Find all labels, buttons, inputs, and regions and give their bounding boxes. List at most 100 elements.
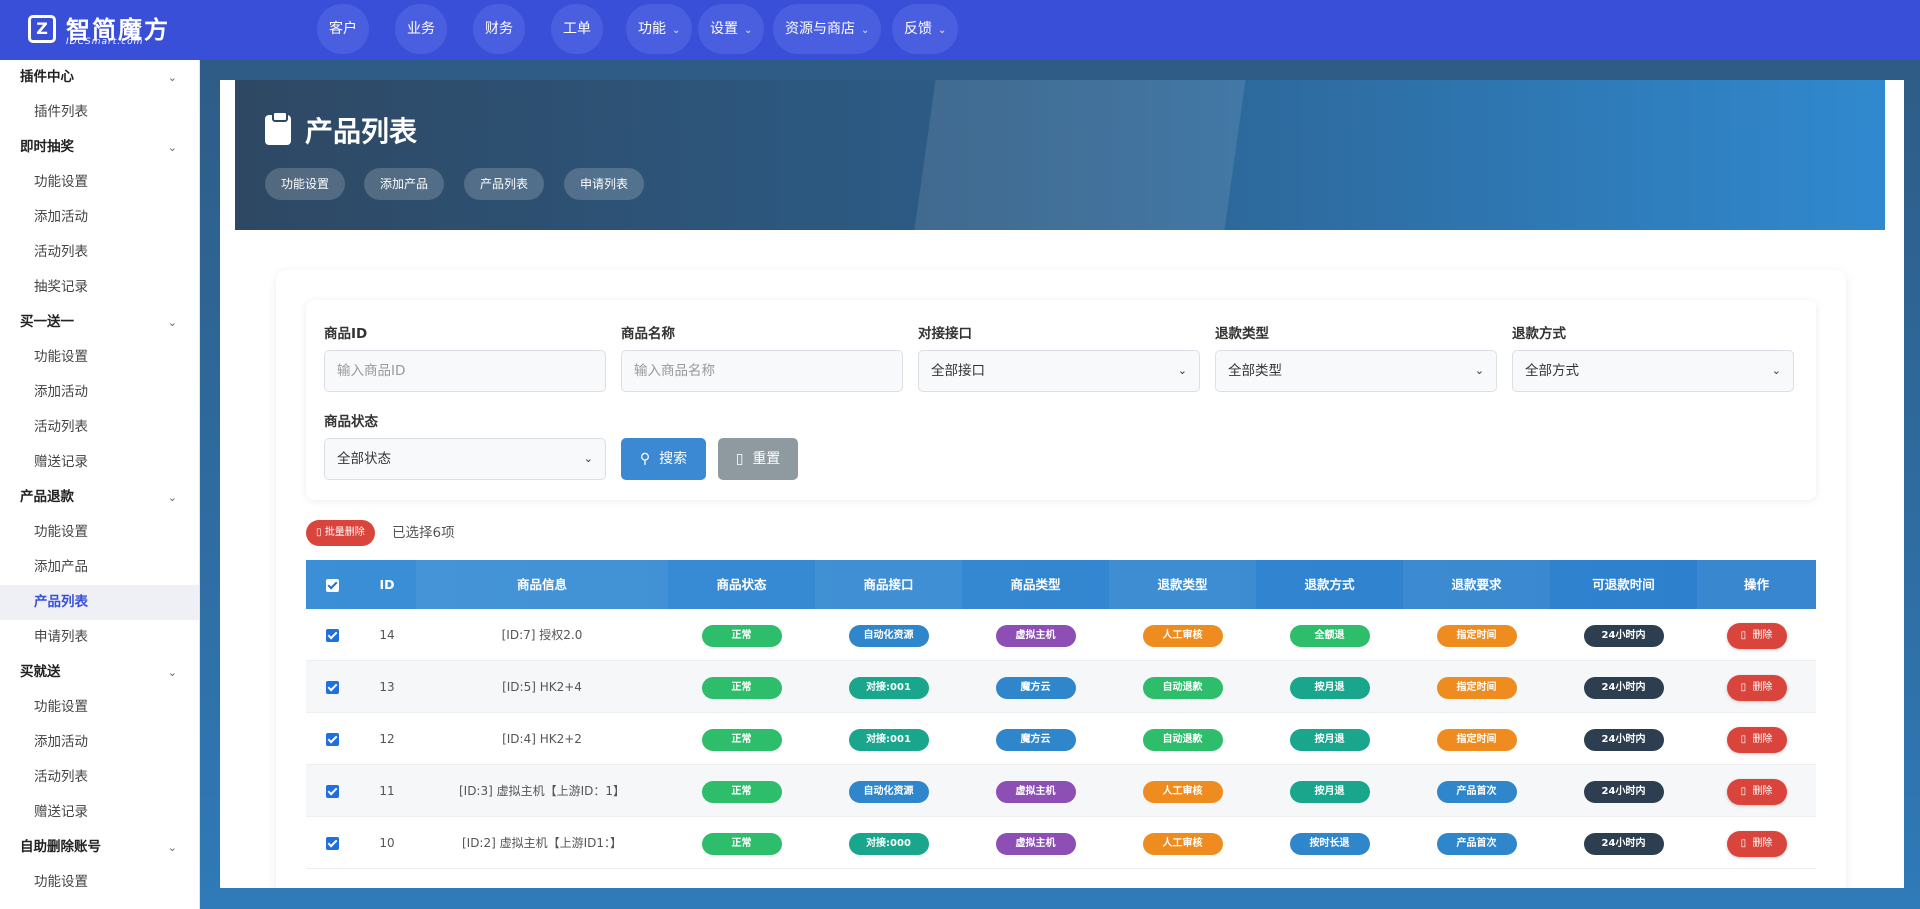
interface-select[interactable]: 全部接口 ⌄: [918, 350, 1200, 392]
trash-icon: ▯: [1740, 837, 1747, 849]
delete-button-label: 删除: [1752, 837, 1773, 849]
row-checkbox[interactable]: [306, 713, 358, 765]
refund-requirement-cell: 指定时间: [1403, 609, 1550, 661]
product-id-input[interactable]: 输入商品ID: [324, 350, 606, 392]
refund-type-badge: 人工审核: [1142, 832, 1223, 855]
nav-item[interactable]: 财务: [473, 4, 525, 54]
reset-button-label: 重置: [752, 451, 781, 467]
column-header: 商品信息: [416, 560, 668, 609]
cell-id: 12: [379, 732, 395, 746]
tab-product-list[interactable]: 产品列表: [464, 168, 545, 200]
chevron-down-icon: ⌄: [1177, 364, 1187, 377]
interface-badge: 自动化资源: [848, 780, 929, 803]
trash-icon: ▯: [1740, 629, 1747, 641]
select-all-checkbox[interactable]: [306, 560, 358, 609]
product-type-badge: 虚拟主机: [995, 832, 1076, 855]
tab-settings[interactable]: 功能设置: [265, 168, 346, 200]
batch-delete-button[interactable]: ▯ 批量删除: [306, 520, 375, 546]
delete-button[interactable]: ▯ 删除: [1726, 726, 1787, 753]
refund-method-select[interactable]: 全部方式 ⌄: [1512, 350, 1794, 392]
row-checkbox[interactable]: [306, 765, 358, 817]
nav-item-label: 工单: [563, 21, 591, 37]
sidebar-item[interactable]: 功能设置: [0, 165, 199, 200]
row-checkbox[interactable]: [306, 609, 358, 661]
sidebar-item[interactable]: 功能设置: [0, 515, 199, 550]
refund-method-badge: 按月退: [1289, 728, 1370, 751]
delete-button-label: 删除: [1752, 785, 1773, 797]
refund-time-cell: 24小时内: [1550, 817, 1697, 869]
nav-item[interactable]: 工单: [551, 4, 603, 54]
nav-item[interactable]: 设置 ⌄: [698, 4, 765, 54]
sidebar-item[interactable]: 赠送记录: [0, 445, 199, 480]
sidebar-item[interactable]: 功能设置: [0, 865, 199, 900]
sidebar-group[interactable]: 产品退款 ⌄: [0, 480, 199, 515]
row-checkbox[interactable]: [306, 661, 358, 713]
sidebar-item[interactable]: 插件列表: [0, 95, 199, 130]
sidebar-item[interactable]: 申请列表: [0, 620, 199, 655]
id-cell: 10: [358, 817, 416, 869]
nav-item[interactable]: 功能 ⌄: [626, 4, 693, 54]
nav-item[interactable]: 反馈 ⌄: [892, 4, 959, 54]
product-name-input[interactable]: 输入商品名称: [621, 350, 903, 392]
sidebar-group[interactable]: 即时抽奖 ⌄: [0, 130, 199, 165]
nav-item[interactable]: 客户: [317, 4, 369, 54]
refund-method-cell: 按月退: [1256, 713, 1403, 765]
sidebar-item[interactable]: 活动列表: [0, 410, 199, 445]
product-type-cell: 魔方云: [962, 661, 1109, 713]
refund-type-badge: 人工审核: [1142, 780, 1223, 803]
nav-item-label: 反馈: [904, 21, 932, 37]
logo[interactable]: Z 智简魔方 IDCSmart.com: [28, 12, 178, 48]
info-cell: [ID:5] HK2+4: [416, 661, 668, 713]
refund-time-cell: 24小时内: [1550, 713, 1697, 765]
reset-button[interactable]: ▯ 重置: [718, 438, 798, 480]
checkbox-icon: [325, 733, 339, 746]
nav-item[interactable]: 业务: [395, 4, 447, 54]
refund-type-badge: 自动退款: [1142, 676, 1223, 699]
status-cell: 正常: [668, 609, 815, 661]
sidebar-item[interactable]: 添加活动: [0, 725, 199, 760]
sidebar-group[interactable]: 插件中心 ⌄: [0, 60, 199, 95]
status-cell: 正常: [668, 661, 815, 713]
sidebar-item[interactable]: 功能设置: [0, 690, 199, 725]
refund-requirement-cell: 指定时间: [1403, 661, 1550, 713]
column-header: 可退款时间: [1592, 577, 1655, 592]
tab-add-product[interactable]: 添加产品: [364, 168, 445, 200]
refund-time-badge: 24小时内: [1583, 780, 1664, 803]
tab-request-list[interactable]: 申请列表: [564, 168, 645, 200]
sidebar-item[interactable]: 功能设置: [0, 340, 199, 375]
row-checkbox[interactable]: [306, 817, 358, 869]
interface-badge: 对接:001: [848, 728, 929, 751]
column-header: 商品状态: [716, 577, 767, 592]
nav-item[interactable]: 资源与商店 ⌄: [773, 4, 882, 54]
action-cell: ▯ 删除: [1697, 609, 1816, 661]
refund-requirement-cell: 产品首次: [1403, 817, 1550, 869]
sidebar-item[interactable]: 添加活动: [0, 200, 199, 235]
refund-method-badge: 全额退: [1289, 624, 1370, 647]
sidebar-item[interactable]: 赠送记录: [0, 795, 199, 830]
sidebar-item[interactable]: 活动列表: [0, 760, 199, 795]
delete-button[interactable]: ▯ 删除: [1726, 674, 1787, 701]
delete-button[interactable]: ▯ 删除: [1726, 830, 1787, 857]
refund-requirement-cell: 指定时间: [1403, 713, 1550, 765]
refund-method-badge: 按月退: [1289, 676, 1370, 699]
status-select[interactable]: 全部状态 ⌄: [324, 438, 606, 480]
refund-type-select[interactable]: 全部类型 ⌄: [1215, 350, 1497, 392]
product-type-cell: 虚拟主机: [962, 609, 1109, 661]
sidebar-group[interactable]: 买就送 ⌄: [0, 655, 199, 690]
sidebar-group[interactable]: 自助删除账号 ⌄: [0, 830, 199, 865]
sidebar-item[interactable]: 活动列表: [0, 235, 199, 270]
column-header: 商品接口: [815, 560, 962, 609]
sidebar-item[interactable]: 添加产品: [0, 550, 199, 585]
info-cell: [ID:3] 虚拟主机【上游ID：1】: [416, 765, 668, 817]
sidebar-item[interactable]: 产品列表: [0, 585, 199, 620]
sidebar-item[interactable]: 添加活动: [0, 375, 199, 410]
refund-requirement-badge: 指定时间: [1436, 624, 1517, 647]
chevron-down-icon: ⌄: [583, 452, 593, 465]
refund-time-cell: 24小时内: [1550, 609, 1697, 661]
sidebar-item[interactable]: 抽奖记录: [0, 270, 199, 305]
search-button[interactable]: ⚲ 搜索: [621, 438, 706, 480]
delete-button[interactable]: ▯ 删除: [1726, 778, 1787, 805]
sidebar-group[interactable]: 买一送一 ⌄: [0, 305, 199, 340]
column-header: 退款类型: [1109, 560, 1256, 609]
delete-button[interactable]: ▯ 删除: [1726, 622, 1787, 649]
